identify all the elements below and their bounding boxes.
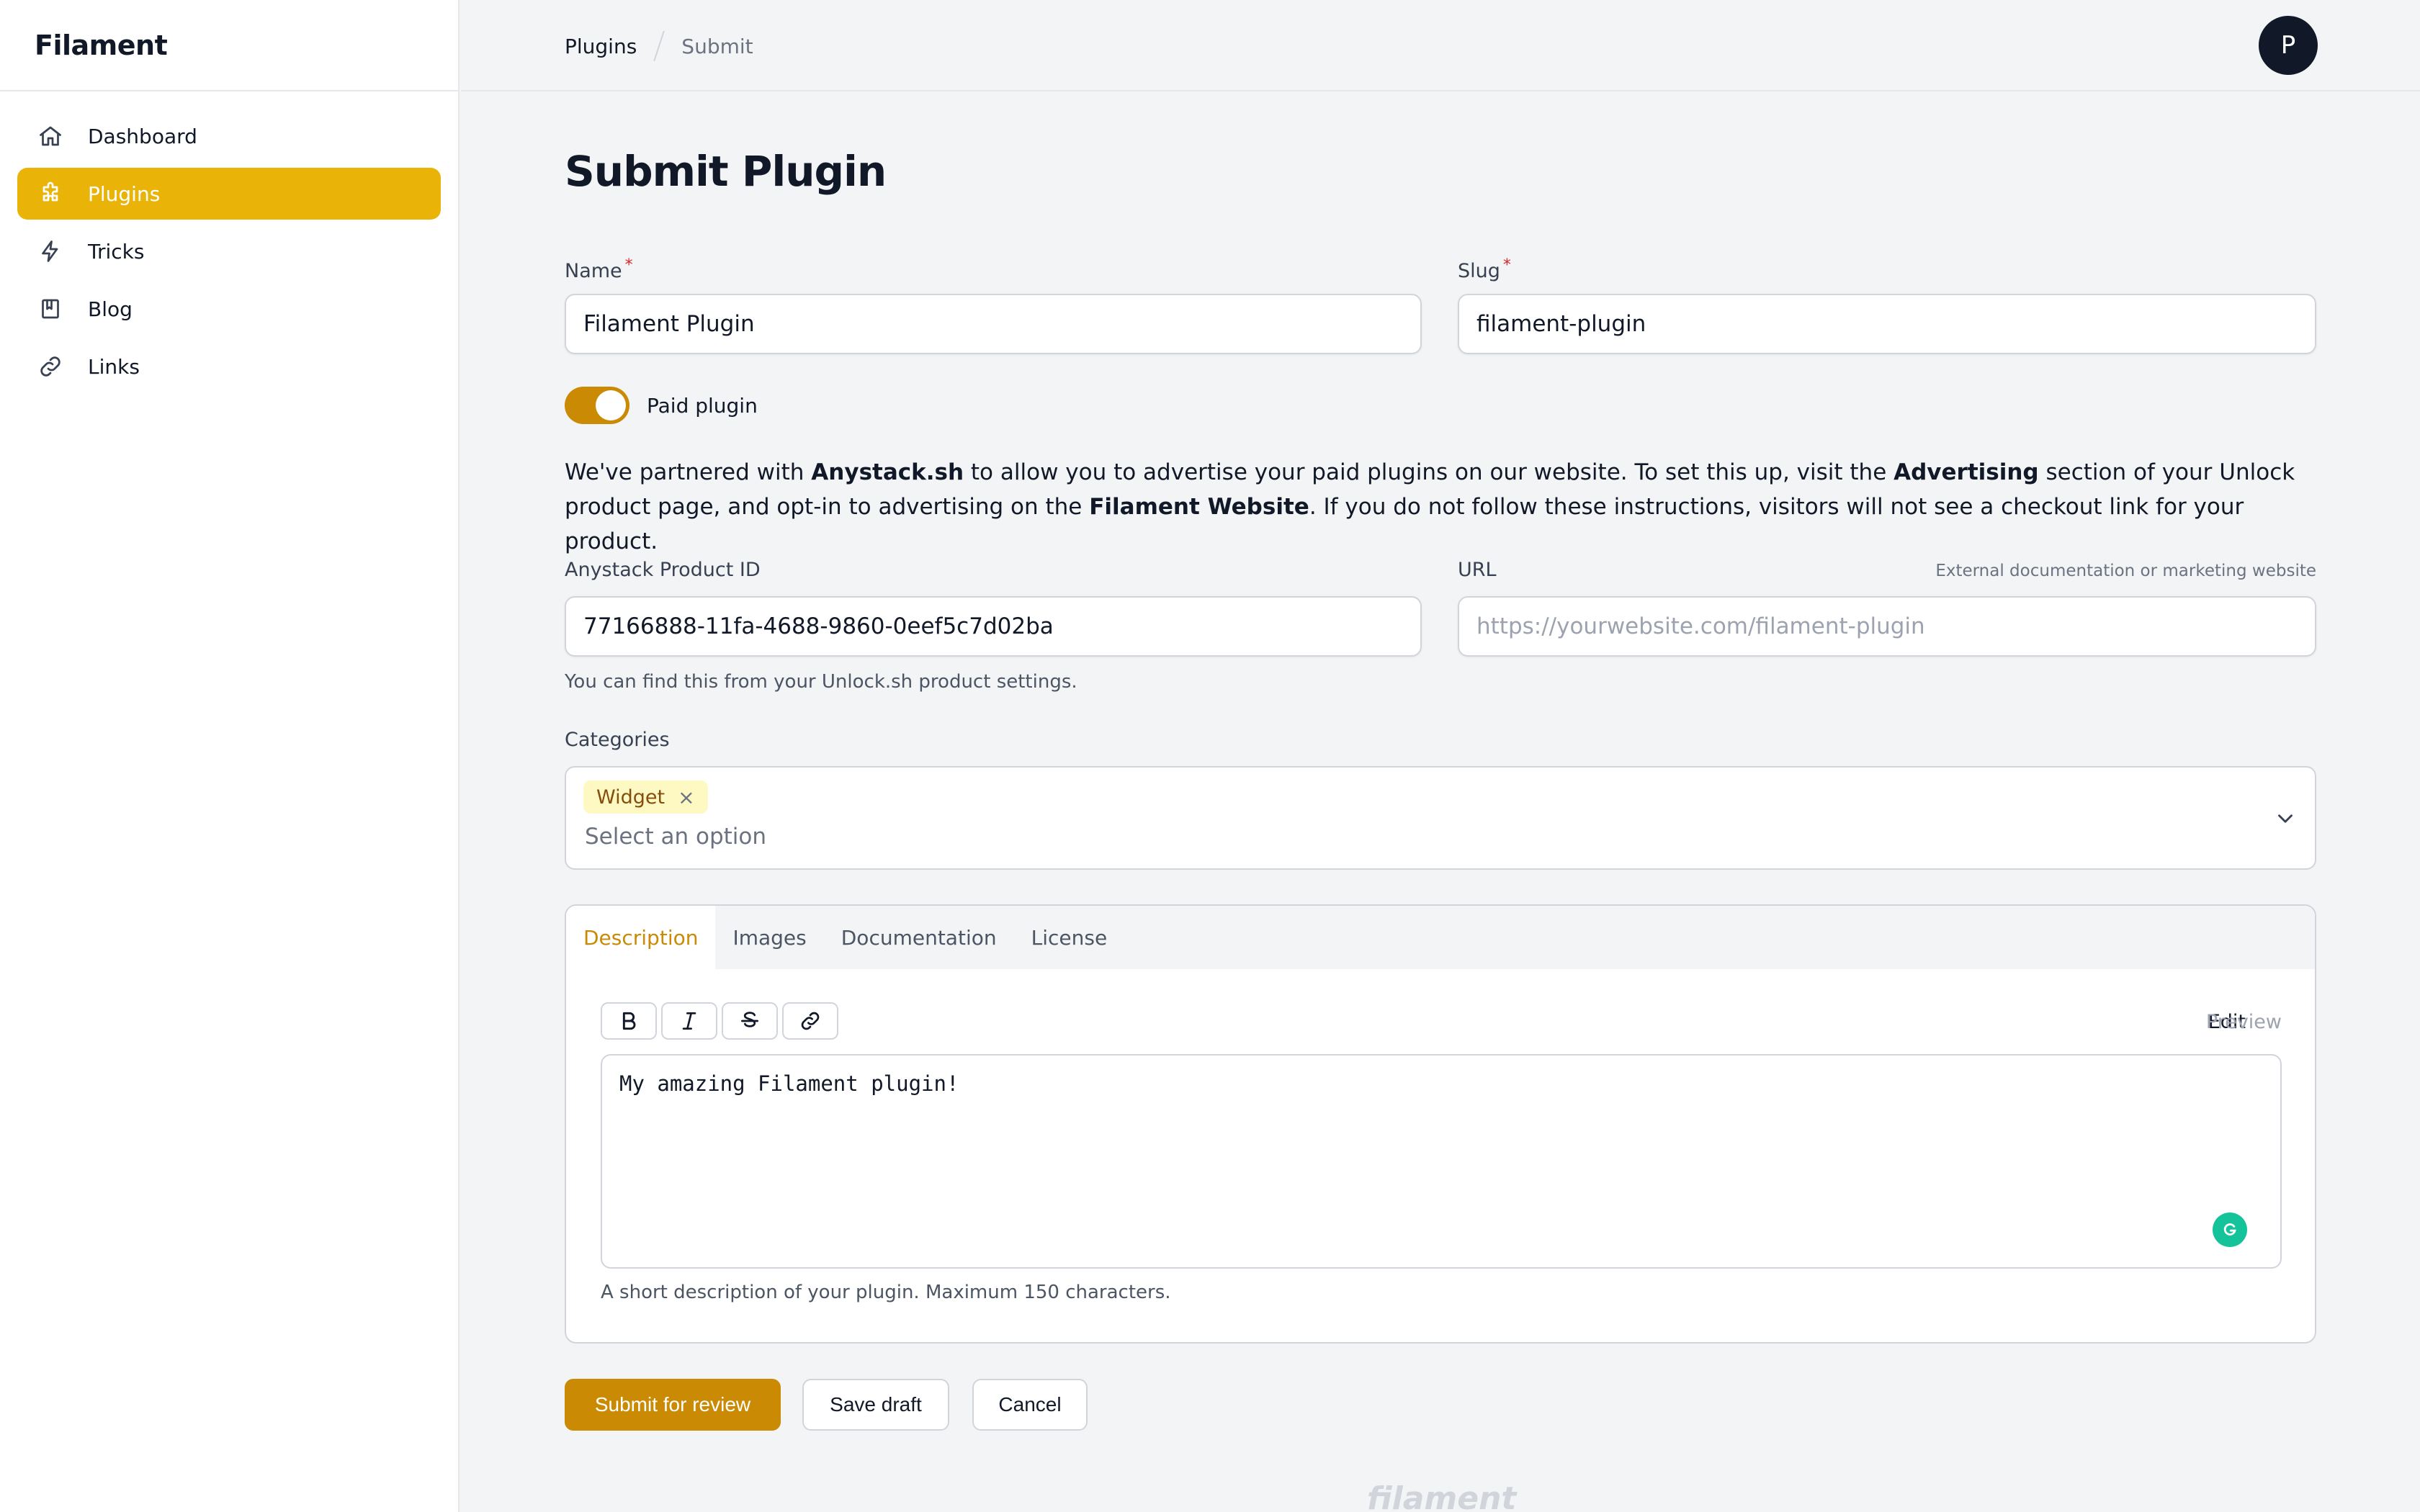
anystack-id-hint: You can find this from your Unlock.sh pr… (565, 671, 1077, 693)
toggle-knob (596, 390, 626, 420)
tab-license[interactable]: License (1014, 906, 1125, 969)
notice-bold-advertising: Advertising (1894, 459, 2039, 485)
notice-text: We've partnered with (565, 459, 812, 485)
sidebar-item-tricks[interactable]: Tricks (17, 225, 441, 277)
strikethrough-icon (741, 1012, 758, 1027)
page-title: Submit Plugin (565, 147, 887, 196)
tab-bar: Description Images Documentation License (566, 906, 2315, 969)
sidebar-item-blog[interactable]: Blog (17, 283, 441, 335)
chip-remove-icon[interactable]: × (678, 786, 694, 809)
bold-button[interactable] (601, 1002, 657, 1040)
sidebar: Filament Dashboard Plugins Tricks Blog L… (0, 0, 460, 1512)
description-hint: A short description of your plugin. Maxi… (601, 1282, 1171, 1303)
categories-placeholder[interactable]: Select an option (585, 824, 766, 850)
sidebar-item-plugins[interactable]: Plugins (17, 168, 441, 220)
content-tabs: Description Images Documentation License… (565, 904, 2316, 1344)
paid-plugin-toggle[interactable] (565, 387, 629, 424)
cancel-button[interactable]: Cancel (972, 1379, 1088, 1431)
sidebar-item-label: Dashboard (88, 124, 197, 148)
category-chip-widget: Widget × (583, 780, 708, 814)
anystack-id-input[interactable]: 77166888-11fa-4688-9860-0eef5c7d02ba (565, 596, 1422, 657)
brand-logo[interactable]: Filament (0, 0, 458, 91)
slug-label: Slug * (1458, 256, 1511, 282)
main-content: Submit Plugin Name * Filament Plugin Slug… (565, 0, 2316, 1512)
url-hint: External documentation or marketing webs… (1935, 562, 2316, 580)
italic-icon (682, 1012, 696, 1030)
required-mark: * (1502, 256, 1511, 274)
slug-input[interactable]: filament-plugin (1458, 294, 2316, 354)
preview-mode-toggle[interactable]: Preview (2206, 1011, 2282, 1033)
link-button[interactable] (782, 1002, 838, 1040)
categories-select[interactable]: Widget × Select an option (565, 766, 2316, 870)
submit-for-review-button[interactable]: Submit for review (565, 1379, 781, 1431)
puzzle-icon (36, 179, 65, 208)
tab-images[interactable]: Images (715, 906, 823, 969)
tab-description[interactable]: Description (566, 906, 716, 969)
chevron-down-icon[interactable] (2273, 806, 2298, 831)
sidebar-item-label: Plugins (88, 181, 161, 206)
name-label-text: Name (565, 260, 622, 282)
notice-bold-anystack: Anystack.sh (811, 459, 964, 485)
strikethrough-button[interactable] (722, 1002, 778, 1040)
sidebar-item-links[interactable]: Links (17, 341, 441, 392)
name-input[interactable]: Filament Plugin (565, 294, 1422, 354)
categories-label: Categories (565, 729, 670, 751)
required-mark: * (624, 256, 633, 274)
sidebar-item-label: Tricks (88, 239, 145, 264)
book-icon (36, 294, 65, 323)
url-label: URL (1458, 559, 1497, 581)
name-label: Name * (565, 256, 633, 282)
anystack-id-label: Anystack Product ID (565, 559, 761, 581)
paid-plugin-label: Paid plugin (647, 393, 758, 418)
notice-bold-filament-website: Filament Website (1089, 494, 1309, 520)
slug-label-text: Slug (1458, 260, 1500, 282)
sidebar-item-label: Blog (88, 297, 133, 321)
chip-label: Widget (596, 786, 666, 809)
sidebar-item-label: Links (88, 354, 140, 379)
sidebar-nav: Dashboard Plugins Tricks Blog Links (0, 91, 458, 417)
save-draft-button[interactable]: Save draft (802, 1379, 949, 1431)
notice-text: to allow you to advertise your paid plug… (964, 459, 1894, 485)
url-input[interactable]: https://yourwebsite.com/filament-plugin (1458, 596, 2316, 657)
footer-logo: filament (1367, 1480, 1517, 1512)
description-editor[interactable]: My amazing Filament plugin! (601, 1054, 2282, 1269)
anystack-notice: We've partnered with Anystack.sh to allo… (565, 455, 2316, 559)
link-icon (801, 1012, 820, 1030)
tab-documentation[interactable]: Documentation (824, 906, 1014, 969)
editor-content: My amazing Filament plugin! (619, 1071, 959, 1096)
italic-button[interactable] (661, 1002, 717, 1040)
bold-icon (622, 1012, 636, 1030)
sidebar-item-dashboard[interactable]: Dashboard (17, 110, 441, 162)
paid-plugin-toggle-group: Paid plugin (565, 387, 758, 424)
home-icon (36, 122, 65, 150)
link-icon (36, 352, 65, 381)
grammarly-icon[interactable] (2213, 1212, 2247, 1247)
bolt-icon (36, 237, 65, 266)
editor-toolbar (601, 1002, 843, 1040)
